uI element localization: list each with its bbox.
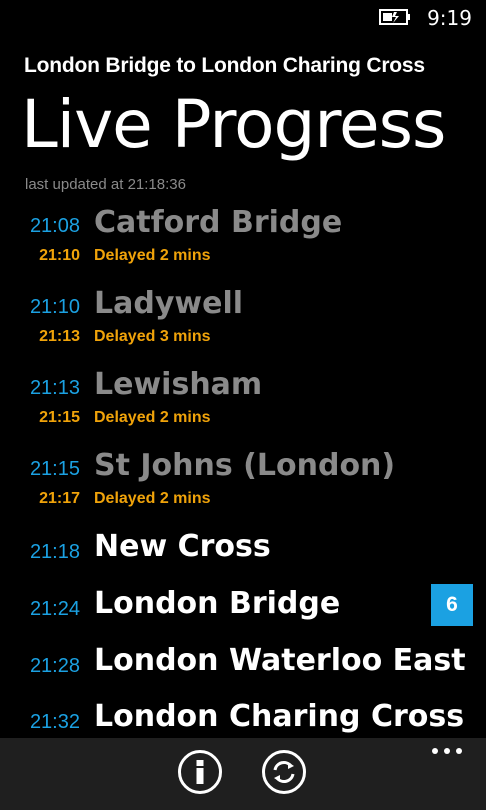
scheduled-time: 21:24 bbox=[29, 598, 80, 620]
battery-charging-icon bbox=[379, 9, 410, 25]
scheduled-time: 21:18 bbox=[29, 541, 80, 563]
last-updated-text: last updated at 21:18:36 bbox=[25, 176, 186, 193]
station-name: London Waterloo East bbox=[94, 643, 466, 678]
route-title: London Bridge to London Charing Cross bbox=[24, 54, 425, 77]
scheduled-time: 21:13 bbox=[29, 377, 80, 399]
scheduled-time: 21:10 bbox=[29, 296, 80, 318]
delay-status: Delayed 3 mins bbox=[94, 328, 211, 345]
refresh-icon bbox=[273, 761, 295, 783]
delay-status: Delayed 2 mins bbox=[94, 409, 211, 426]
station-name: Ladywell bbox=[94, 286, 244, 321]
scheduled-time: 21:15 bbox=[29, 458, 80, 480]
ellipsis-icon[interactable] bbox=[432, 748, 462, 756]
actual-time: 21:10 bbox=[39, 247, 80, 264]
delay-status: Delayed 2 mins bbox=[94, 490, 211, 507]
scheduled-time: 21:28 bbox=[29, 655, 80, 677]
page-title: Live Progress bbox=[21, 86, 446, 163]
station-name: London Bridge bbox=[94, 586, 341, 621]
info-button[interactable] bbox=[178, 750, 222, 794]
clock: 9:19 bbox=[427, 6, 472, 30]
scheduled-time: 21:32 bbox=[29, 711, 80, 733]
app-bar bbox=[0, 738, 486, 810]
actual-time: 21:17 bbox=[39, 490, 80, 507]
station-name: London Charing Cross bbox=[94, 699, 465, 734]
status-bar: 9:19 bbox=[0, 0, 486, 34]
station-name: New Cross bbox=[94, 529, 271, 564]
refresh-button[interactable] bbox=[262, 750, 306, 794]
info-icon bbox=[196, 760, 204, 784]
station-name: Catford Bridge bbox=[94, 205, 343, 240]
platform-badge: 6 bbox=[431, 584, 473, 626]
actual-time: 21:13 bbox=[39, 328, 80, 345]
actual-time: 21:15 bbox=[39, 409, 80, 426]
delay-status: Delayed 2 mins bbox=[94, 247, 211, 264]
station-name: Lewisham bbox=[94, 367, 263, 402]
station-name: St Johns (London) bbox=[94, 448, 396, 483]
scheduled-time: 21:08 bbox=[29, 215, 80, 237]
